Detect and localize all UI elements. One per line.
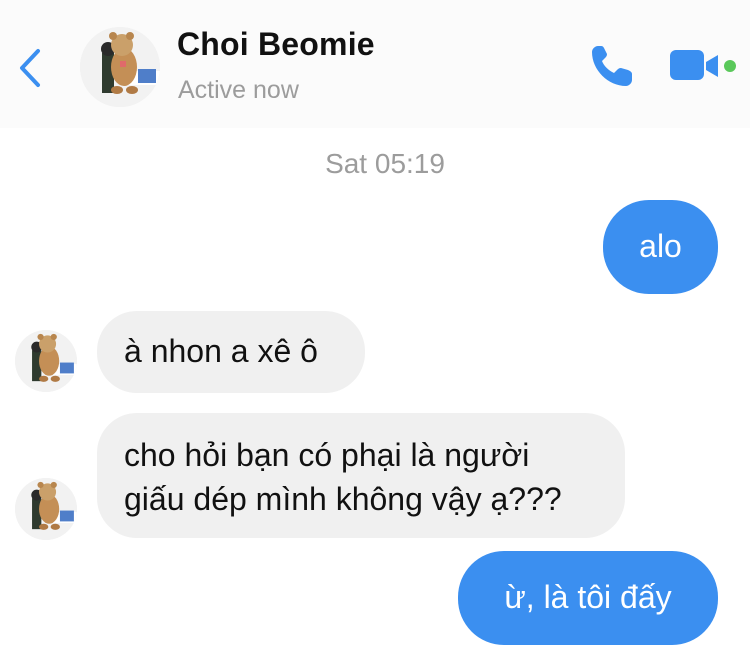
message-line: cho hỏi bạn có phại là người: [124, 437, 530, 473]
incoming-message[interactable]: cho hỏi bạn có phại là người giấu dép mì…: [97, 413, 625, 538]
message-timestamp: Sat 05:19: [325, 148, 445, 179]
online-indicator-icon: [724, 60, 736, 72]
message-line: giấu dép mình không vậy ạ???: [124, 481, 562, 517]
outgoing-message[interactable]: alo: [603, 200, 718, 294]
contact-avatar[interactable]: [80, 27, 160, 107]
incoming-message[interactable]: à nhon a xê ô: [97, 311, 365, 393]
contact-name[interactable]: Choi Beomie: [177, 26, 375, 63]
back-button[interactable]: [10, 42, 50, 94]
chat-header: Choi Beomie Active now: [0, 0, 750, 128]
video-camera-icon: [670, 50, 736, 80]
outgoing-message[interactable]: ừ, là tôi đấy: [458, 551, 718, 645]
phone-icon: [592, 46, 632, 86]
video-call-button[interactable]: [668, 44, 740, 88]
teddy-bear-avatar-image: [15, 478, 77, 540]
contact-message-avatar[interactable]: [15, 330, 77, 392]
teddy-bear-avatar-image: [80, 27, 160, 107]
chevron-left-icon: [20, 49, 40, 87]
teddy-bear-avatar-image: [15, 330, 77, 392]
voice-call-button[interactable]: [586, 40, 638, 92]
contact-message-avatar[interactable]: [15, 478, 77, 540]
active-status: Active now: [178, 76, 299, 104]
